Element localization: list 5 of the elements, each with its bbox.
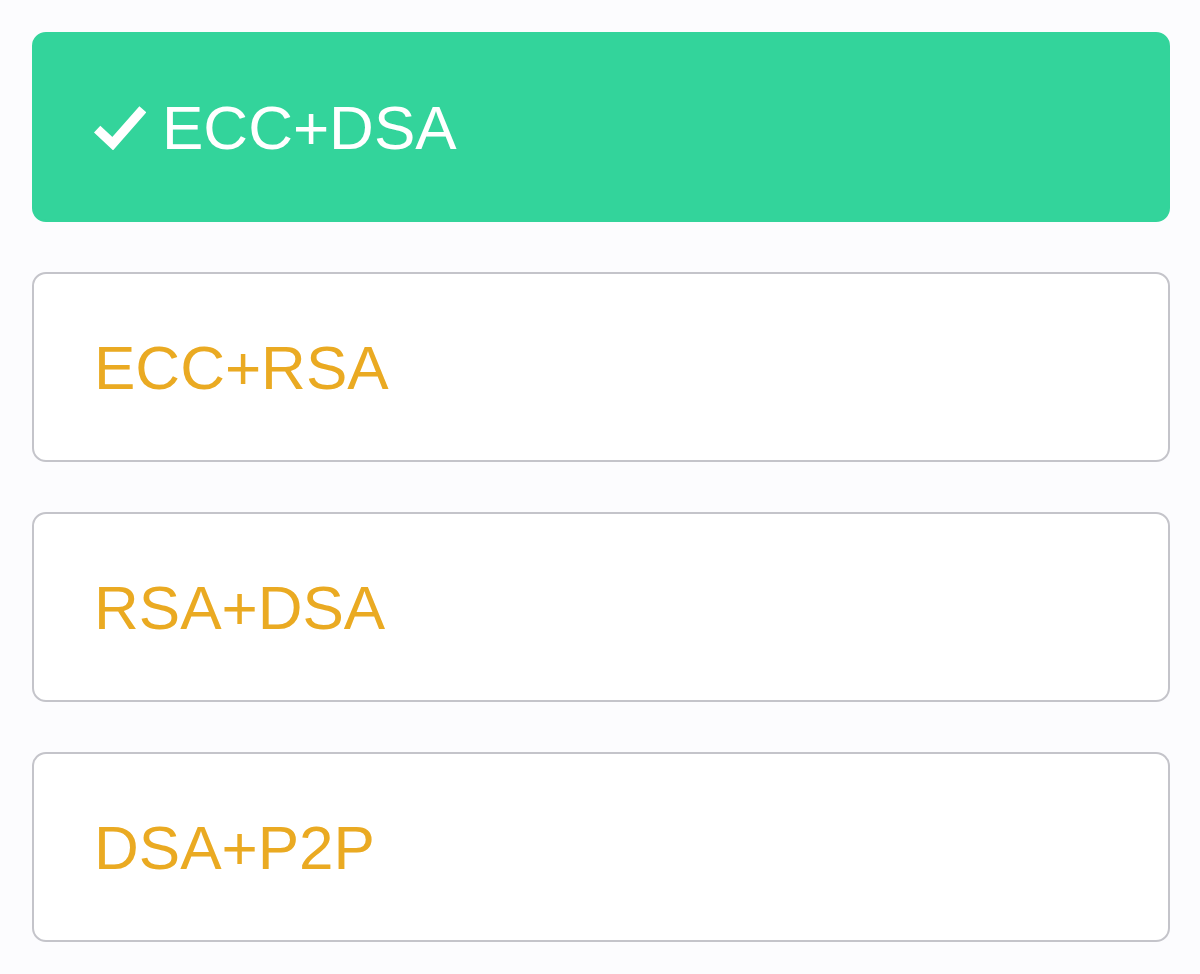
answer-option[interactable]: RSA+DSA [32, 512, 1170, 702]
checkmark-icon [94, 104, 146, 150]
answer-option[interactable]: ECC+RSA [32, 272, 1170, 462]
answer-option[interactable]: ECC+DSA [32, 32, 1170, 222]
answer-option[interactable]: DSA+P2P [32, 752, 1170, 942]
